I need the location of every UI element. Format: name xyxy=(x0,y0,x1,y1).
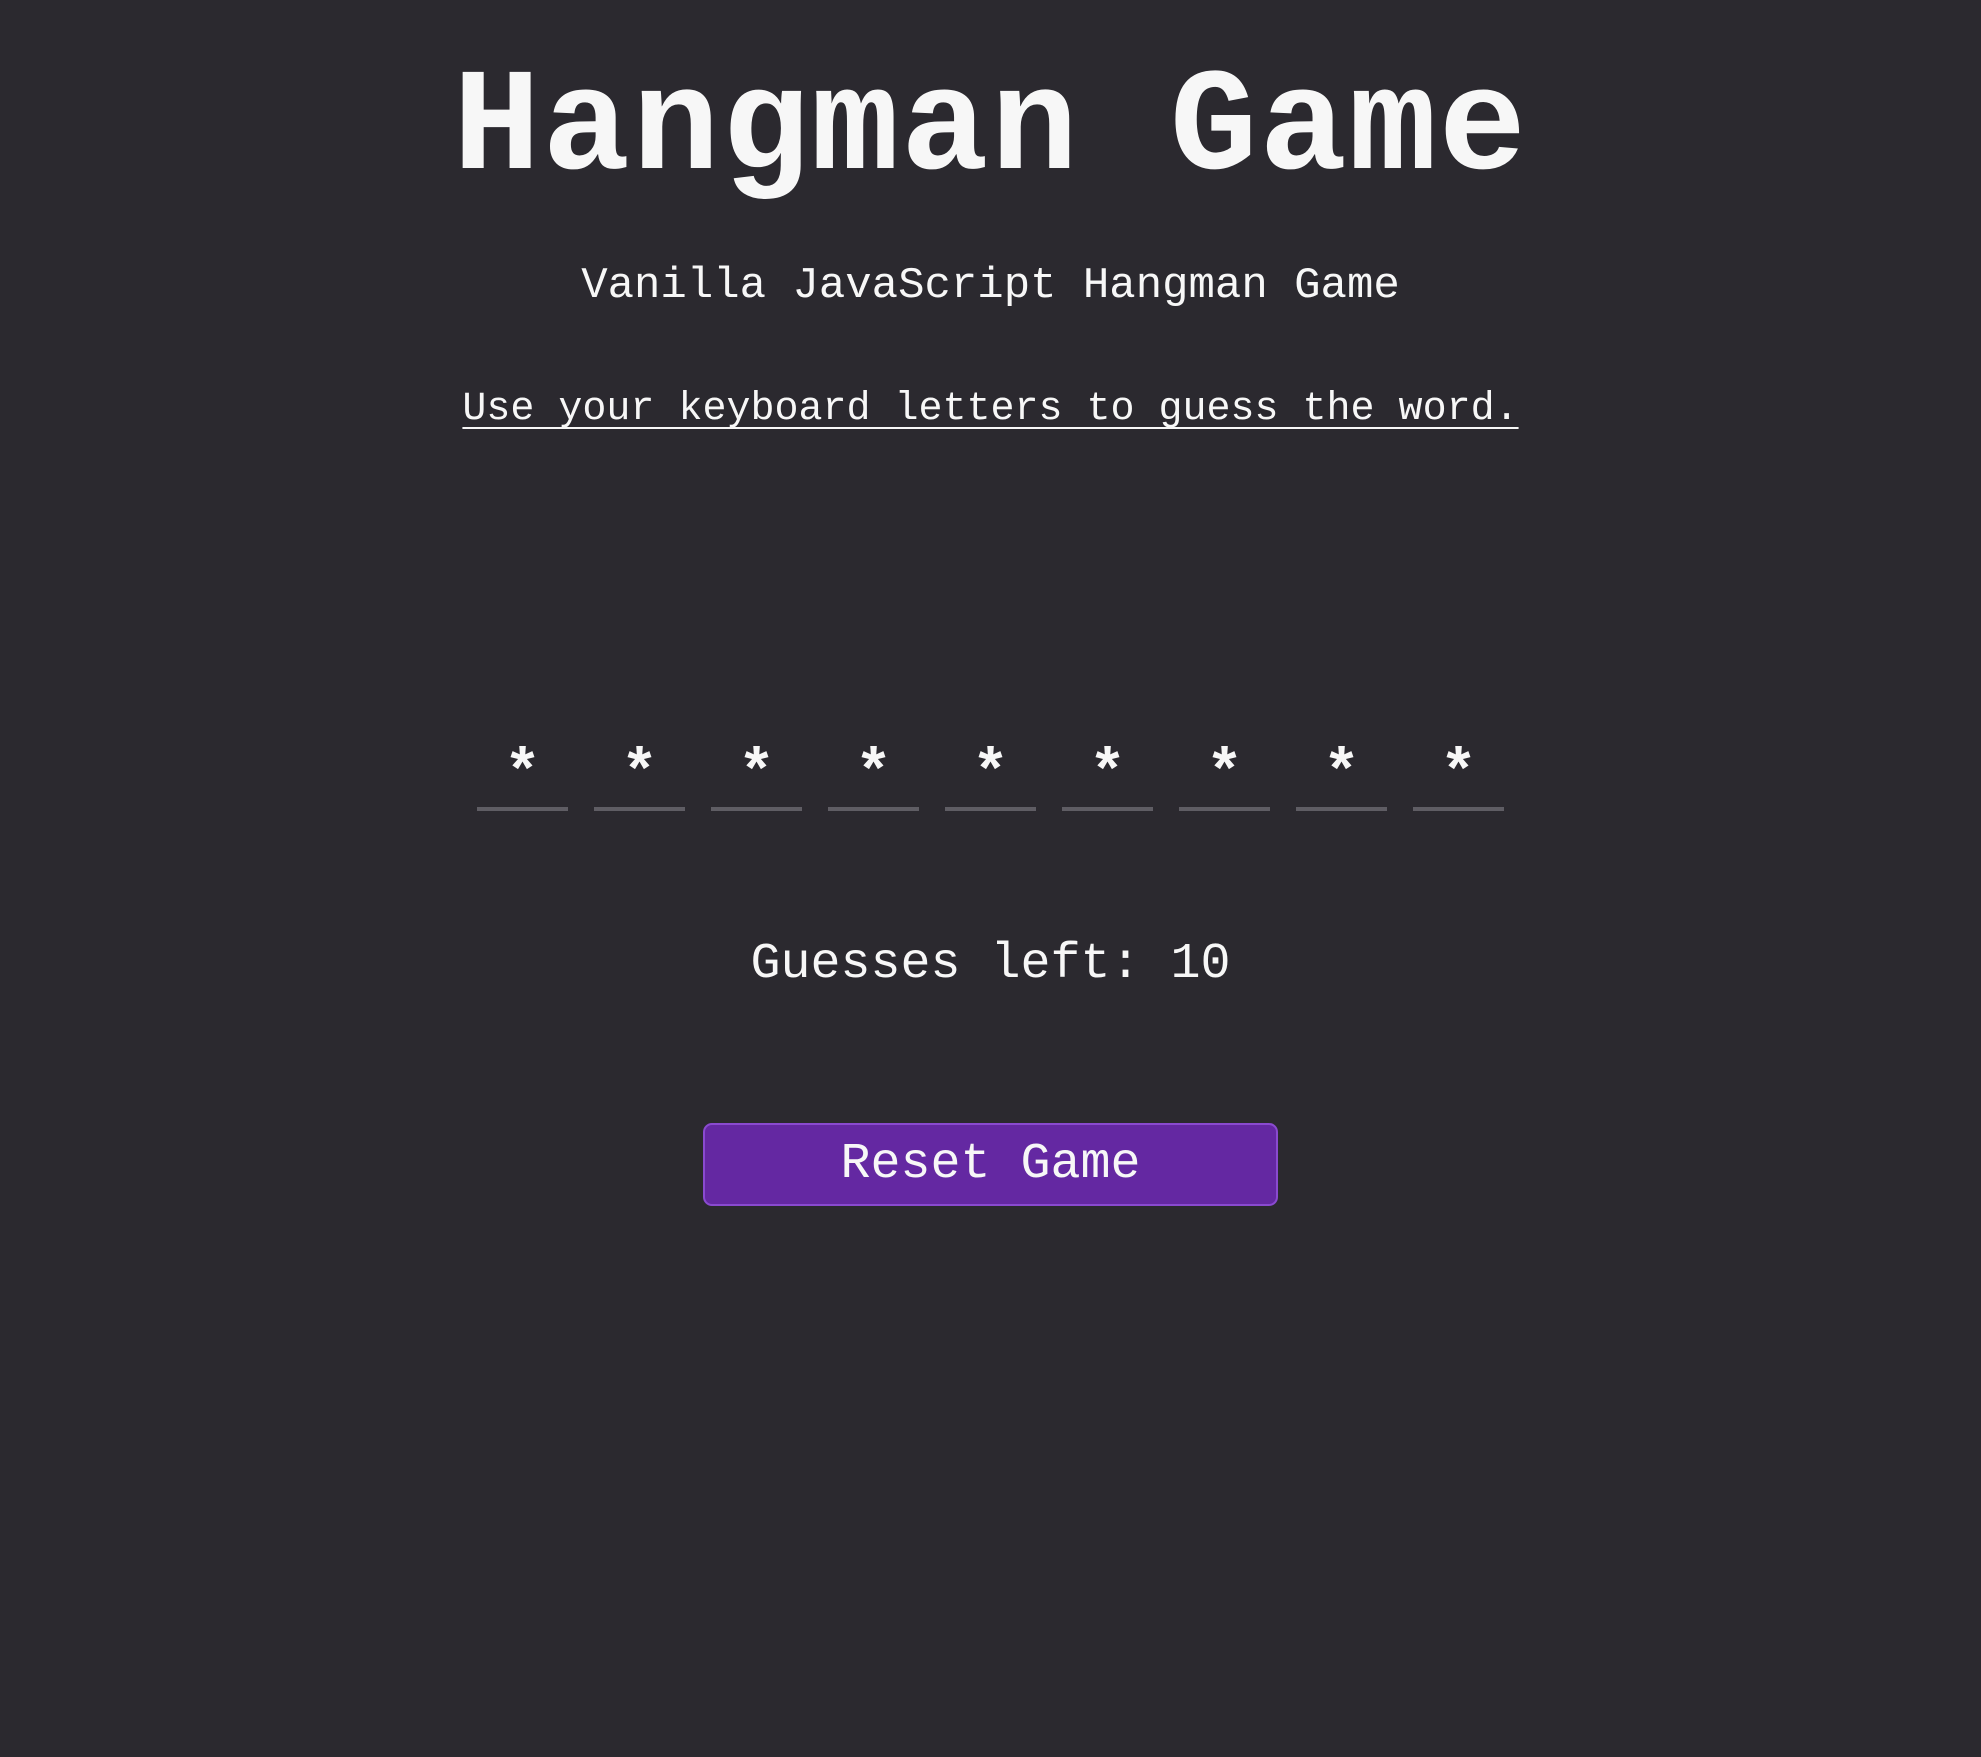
instructions: Use your keyboard letters to guess the w… xyxy=(0,380,1981,440)
letter-slot: * xyxy=(945,735,1036,811)
instructions-text: Use your keyboard letters to guess the w… xyxy=(462,387,1519,432)
hangman-page: Hangman Game Vanilla JavaScript Hangman … xyxy=(0,0,1981,1757)
letter-slot: * xyxy=(1179,735,1270,811)
word-display: * * * * * * * * * xyxy=(0,735,1981,811)
letter-slot: * xyxy=(477,735,568,811)
page-title: Hangman Game xyxy=(452,46,1529,212)
reset-game-button[interactable]: Reset Game xyxy=(703,1123,1278,1206)
letter-slot: * xyxy=(1062,735,1153,811)
letter-slot: * xyxy=(828,735,919,811)
letter-slot: * xyxy=(594,735,685,811)
guesses-left: Guesses left: 10 xyxy=(750,936,1231,993)
letter-slot: * xyxy=(1413,735,1504,811)
letter-slot: * xyxy=(1296,735,1387,811)
letter-slot: * xyxy=(711,735,802,811)
page-subtitle: Vanilla JavaScript Hangman Game xyxy=(581,261,1400,311)
